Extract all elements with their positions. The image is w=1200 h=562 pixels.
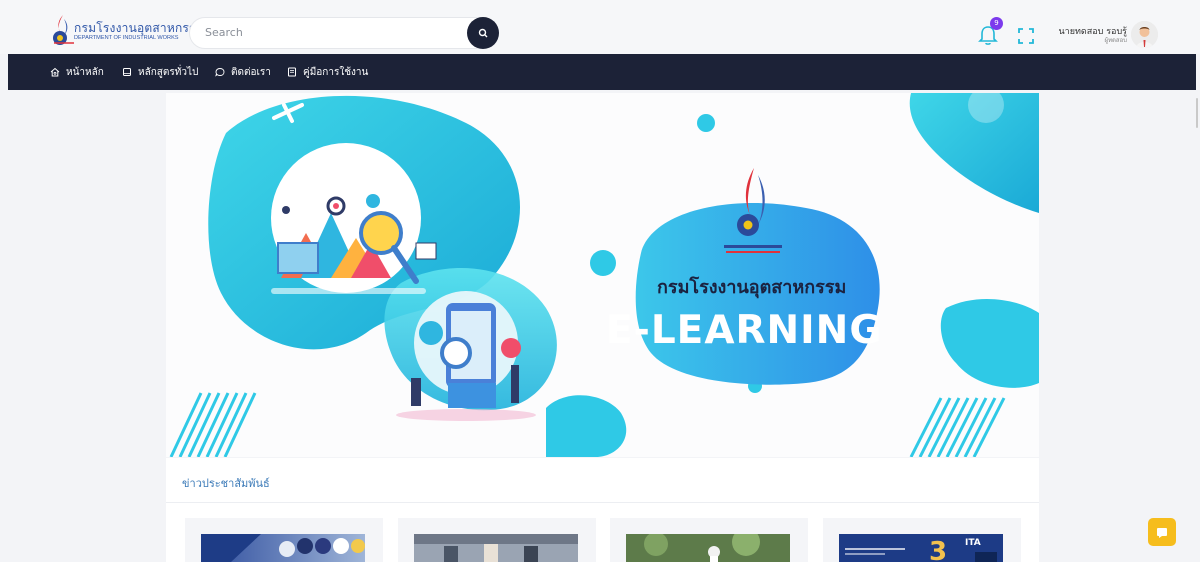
floating-action-button[interactable] [1148, 518, 1176, 546]
brand-english: DEPARTMENT OF INDUSTRIAL WORKS [74, 35, 179, 41]
chat-bubble-icon [1157, 528, 1167, 538]
news-thumbnail[interactable]: 3 ITA [839, 534, 1003, 562]
search-input[interactable] [205, 26, 455, 39]
notification-badge: 9 [990, 17, 1003, 30]
avatar[interactable] [1131, 21, 1158, 48]
manual-icon [288, 67, 296, 77]
news-heading: ข่าวประชาสัมพันธ์ [182, 477, 270, 490]
news-thumbnail-art [414, 534, 578, 562]
news-thumbnail-art [201, 534, 365, 562]
nav-contact-label: ติดต่อเรา [231, 66, 271, 78]
hero-banner: กรมโรงงานอุตสาหกรรม E-LEARNING [166, 93, 1039, 457]
search-icon [478, 28, 488, 38]
nav-manual-label: คู่มือการใช้งาน [303, 66, 369, 78]
nav-manual[interactable]: คู่มือการใช้งาน [287, 54, 368, 90]
banner-artwork: กรมโรงงานอุตสาหกรรม E-LEARNING [169, 93, 1039, 457]
news-card[interactable] [610, 518, 808, 562]
page-scrollbar[interactable] [1196, 98, 1198, 128]
news-card[interactable] [398, 518, 596, 562]
nav-home-label: หน้าหลัก [66, 66, 104, 78]
nav-courses-label: หลักสูตรทั่วไป [138, 66, 199, 78]
news-section: ข่าวประชาสัมพันธ์ 3 ITA [166, 458, 1039, 562]
fullscreen-icon[interactable] [1018, 28, 1034, 44]
banner-title-elearning: E-LEARNING [606, 308, 882, 353]
news-thumbnail-art: 3 ITA [839, 534, 1003, 562]
main-navbar: หน้าหลัก หลักสูตรทั่วไป ติดต่อเรา คู่มือ… [8, 54, 1196, 90]
nav-courses[interactable]: หลักสูตรทั่วไป [122, 54, 198, 90]
news-thumbnail[interactable] [626, 534, 790, 562]
nav-contact[interactable]: ติดต่อเรา [215, 54, 271, 90]
home-icon [50, 67, 60, 77]
user-role: ผู้ทดสอบ [1104, 37, 1127, 44]
top-header: กรมโรงงานอุตสาหกรรม DEPARTMENT OF INDUST… [0, 0, 1200, 54]
search-button[interactable] [467, 17, 499, 49]
news-thumbnail[interactable] [414, 534, 578, 562]
book-icon [123, 68, 131, 76]
news-card[interactable] [185, 518, 383, 562]
avatar-illustration [1131, 21, 1158, 48]
banner-title-thai: กรมโรงงานอุตสาหกรรม [657, 276, 846, 299]
search-box [189, 17, 499, 49]
chat-icon [215, 68, 225, 77]
ita-badge: ITA [965, 538, 981, 548]
news-card[interactable]: 3 ITA [823, 518, 1021, 562]
news-thumbnail[interactable] [201, 534, 365, 562]
svg-text:3: 3 [929, 537, 947, 562]
nav-home[interactable]: หน้าหลัก [50, 54, 104, 90]
news-thumbnail-art [626, 534, 790, 562]
divider [166, 502, 1039, 503]
brand-name[interactable]: กรมโรงงานอุตสาหกรรม DEPARTMENT OF INDUST… [74, 22, 204, 42]
brand-thai: กรมโรงงานอุตสาหกรรม [74, 21, 204, 35]
